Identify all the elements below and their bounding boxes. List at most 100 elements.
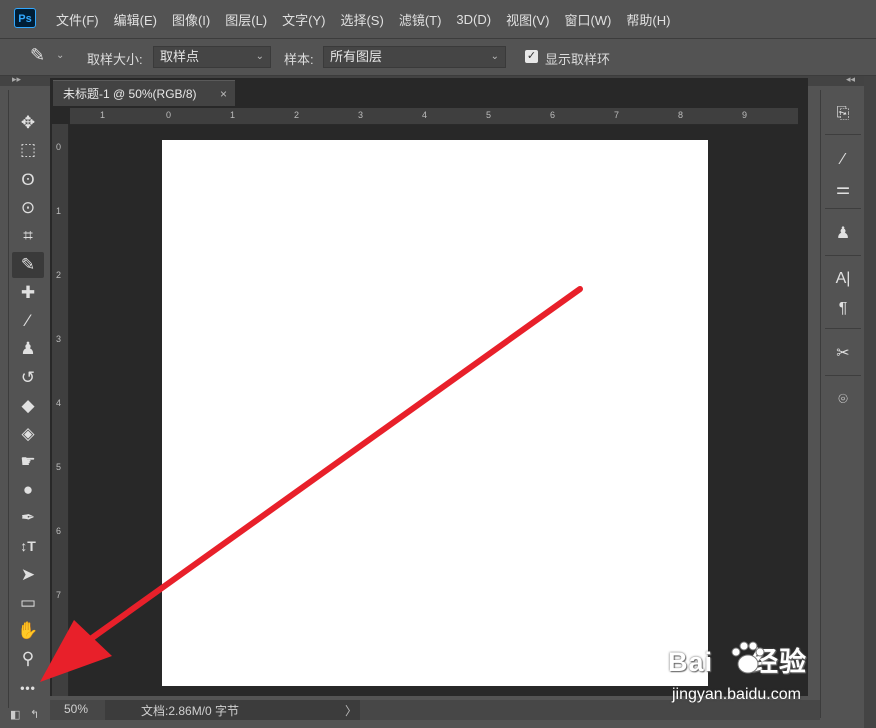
ruler-left-label: 1 bbox=[56, 206, 62, 216]
ruler-top-label: 1 bbox=[100, 110, 106, 120]
ruler-top-label: 6 bbox=[550, 110, 556, 120]
tools-panel: ✥ ⬚ ʘ ⊙ ⌗ ✎ ✚ ⁄ ♟ ↺ ◆ ◈ ☛ ● ✒ ↕T ➤ ▭ ✋ ⚲ ••• bbox=[8, 90, 47, 708]
baidu-watermark: Bai 经验 jingyan.baidu.com bbox=[668, 640, 868, 712]
lasso-tool-icon[interactable]: ʘ bbox=[12, 167, 44, 193]
sample-dropdown[interactable]: 所有图层 ⌄ bbox=[323, 46, 506, 68]
menu-item-4[interactable]: 文字(Y) bbox=[282, 10, 325, 29]
zoom-tool-icon[interactable]: ⚲ bbox=[12, 646, 44, 672]
menu-item-7[interactable]: 3D(D) bbox=[456, 12, 491, 27]
ruler-left-label: 5 bbox=[56, 462, 62, 472]
show-ring-label: 显示取样环 bbox=[545, 52, 611, 67]
bottom-left-icons: ◧ ↰ bbox=[10, 706, 50, 724]
document-tab-title: 未标题-1 @ 50%(RGB/8) bbox=[63, 87, 197, 101]
doc-info: 文档:2.86M/0 字节 bbox=[141, 704, 240, 718]
watermark-url: jingyan.baidu.com bbox=[672, 686, 801, 703]
menu-item-2[interactable]: 图像(I) bbox=[172, 10, 210, 29]
vertical-ruler: 0 1 2 3 4 5 6 7 bbox=[52, 124, 69, 696]
clone-source-icon[interactable]: ♟ bbox=[827, 220, 859, 248]
sample-size-label: 取样大小: bbox=[87, 52, 143, 67]
paragraph-panel-icon[interactable]: ¶ bbox=[827, 295, 859, 323]
menu-item-9[interactable]: 窗口(W) bbox=[564, 10, 611, 29]
brush-tool-icon[interactable]: ⁄ bbox=[12, 308, 44, 334]
rectangle-tool-icon[interactable]: ▭ bbox=[12, 590, 44, 616]
hand-tool-icon[interactable]: ✋ bbox=[12, 618, 44, 644]
edit-toolbar-tool-icon[interactable]: ••• bbox=[12, 675, 44, 701]
panel-separator bbox=[825, 375, 861, 376]
history-panel-icon[interactable]: ⎘ bbox=[827, 100, 859, 128]
ruler-top-label: 7 bbox=[614, 110, 620, 120]
menu-items: 文件(F) 编辑(E) 图像(I) 图层(L) 文字(Y) 选择(S) 滤镜(T) 3D(D)… bbox=[56, 0, 685, 38]
eyedropper-icon[interactable]: ✎ bbox=[30, 45, 45, 66]
tool-presets-icon[interactable]: ✂ bbox=[827, 340, 859, 368]
chevron-down-icon[interactable]: ⌄ bbox=[56, 50, 64, 61]
right-panel-dock: ⎘ ⁄ ⚌ ♟ A| ¶ ✂ ⌾ bbox=[820, 90, 865, 718]
paw-icon-svg bbox=[731, 641, 765, 674]
brush-presets-icon[interactable]: ⚌ bbox=[827, 176, 859, 204]
marquee-tool-icon[interactable]: ⬚ bbox=[12, 137, 44, 163]
libraries-icon[interactable]: ⌾ bbox=[827, 386, 859, 414]
character-panel-icon[interactable]: A| bbox=[827, 265, 859, 293]
brush-settings-icon[interactable]: ⁄ bbox=[827, 146, 859, 174]
collapse-icon[interactable]: ◂◂ bbox=[846, 74, 855, 85]
menu-item-0[interactable]: 文件(F) bbox=[56, 10, 99, 29]
ruler-top-label: 4 bbox=[422, 110, 428, 120]
eraser-tool-icon[interactable]: ◆ bbox=[12, 393, 44, 419]
quick-select-tool-icon[interactable]: ⊙ bbox=[12, 195, 44, 221]
ruler-top-label: 9 bbox=[742, 110, 748, 120]
move-tool-icon[interactable]: ✥ bbox=[12, 110, 44, 136]
ruler-left-label: 0 bbox=[56, 142, 62, 152]
show-ring-checkbox[interactable]: ✓ bbox=[525, 50, 538, 63]
ruler-top-label: 0 bbox=[166, 110, 172, 120]
menu-item-5[interactable]: 选择(S) bbox=[340, 10, 383, 29]
ruler-left-label: 7 bbox=[56, 590, 62, 600]
menu-item-8[interactable]: 视图(V) bbox=[506, 10, 549, 29]
status-menu-arrow-icon[interactable]: 〉 bbox=[345, 702, 357, 719]
smudge-tool-icon[interactable]: ☛ bbox=[12, 449, 44, 475]
default-colors-icon[interactable]: ◧ bbox=[10, 708, 20, 721]
menu-bar: Ps 文件(F) 编辑(E) 图像(I) 图层(L) 文字(Y) 选择(S) 滤镜(T) 3D… bbox=[0, 0, 876, 39]
watermark-brand: Bai bbox=[668, 647, 714, 677]
menu-item-3[interactable]: 图层(L) bbox=[225, 10, 267, 29]
crop-tool-icon[interactable]: ⌗ bbox=[12, 223, 44, 249]
pen-tool-icon[interactable]: ✒ bbox=[12, 505, 44, 531]
options-bar: ✎ ⌄ 取样大小: 取样点 ⌄ 样本: 所有图层 ⌄ ✓ 显示取样环 bbox=[0, 39, 876, 76]
zoom-level[interactable]: 50% bbox=[64, 702, 88, 716]
paint-bucket-tool-icon[interactable]: ◈ bbox=[12, 421, 44, 447]
far-right-panel-edge bbox=[864, 76, 876, 728]
menu-item-1[interactable]: 编辑(E) bbox=[114, 10, 157, 29]
ruler-left-label: 6 bbox=[56, 526, 62, 536]
ruler-left-label: 4 bbox=[56, 398, 62, 408]
doc-info-box: 文档:2.86M/0 字节 〉 bbox=[105, 700, 360, 720]
menu-item-10[interactable]: 帮助(H) bbox=[626, 10, 670, 29]
clone-stamp-tool-icon[interactable]: ♟ bbox=[12, 336, 44, 362]
eyedropper-tool-icon[interactable]: ✎ bbox=[12, 252, 44, 278]
ruler-top-label: 1 bbox=[230, 110, 236, 120]
history-brush-tool-icon[interactable]: ↺ bbox=[12, 365, 44, 391]
sample-size-dropdown[interactable]: 取样点 ⌄ bbox=[153, 46, 271, 68]
type-tool-icon[interactable]: ↕T bbox=[12, 533, 44, 559]
ruler-top-label: 5 bbox=[486, 110, 492, 120]
sample-value: 所有图层 bbox=[330, 49, 383, 64]
menu-item-6[interactable]: 滤镜(T) bbox=[399, 10, 442, 29]
panel-separator bbox=[825, 328, 861, 329]
panel-separator bbox=[825, 134, 861, 135]
healing-brush-tool-icon[interactable]: ✚ bbox=[12, 280, 44, 306]
expand-icon[interactable]: ▸▸ bbox=[12, 74, 21, 85]
chevron-down-icon: ⌄ bbox=[255, 51, 264, 62]
sample-label: 样本: bbox=[284, 52, 314, 67]
ruler-top-label: 3 bbox=[358, 110, 364, 120]
dodge-tool-icon[interactable]: ● bbox=[12, 477, 44, 503]
path-selection-tool-icon[interactable]: ➤ bbox=[12, 562, 44, 588]
chevron-down-icon: ⌄ bbox=[490, 51, 499, 62]
close-icon[interactable]: × bbox=[220, 81, 227, 107]
horizontal-ruler: 1 0 1 2 3 4 5 6 7 8 9 bbox=[70, 108, 798, 125]
swap-colors-icon[interactable]: ↰ bbox=[30, 708, 39, 721]
ruler-top-label: 8 bbox=[678, 110, 684, 120]
sample-size-value: 取样点 bbox=[160, 49, 200, 64]
document-canvas[interactable] bbox=[162, 140, 708, 686]
panel-separator bbox=[825, 208, 861, 209]
document-tab[interactable]: 未标题-1 @ 50%(RGB/8) × bbox=[53, 80, 235, 106]
panel-separator bbox=[825, 255, 861, 256]
ruler-top-label: 2 bbox=[294, 110, 300, 120]
ruler-left-label: 2 bbox=[56, 270, 62, 280]
